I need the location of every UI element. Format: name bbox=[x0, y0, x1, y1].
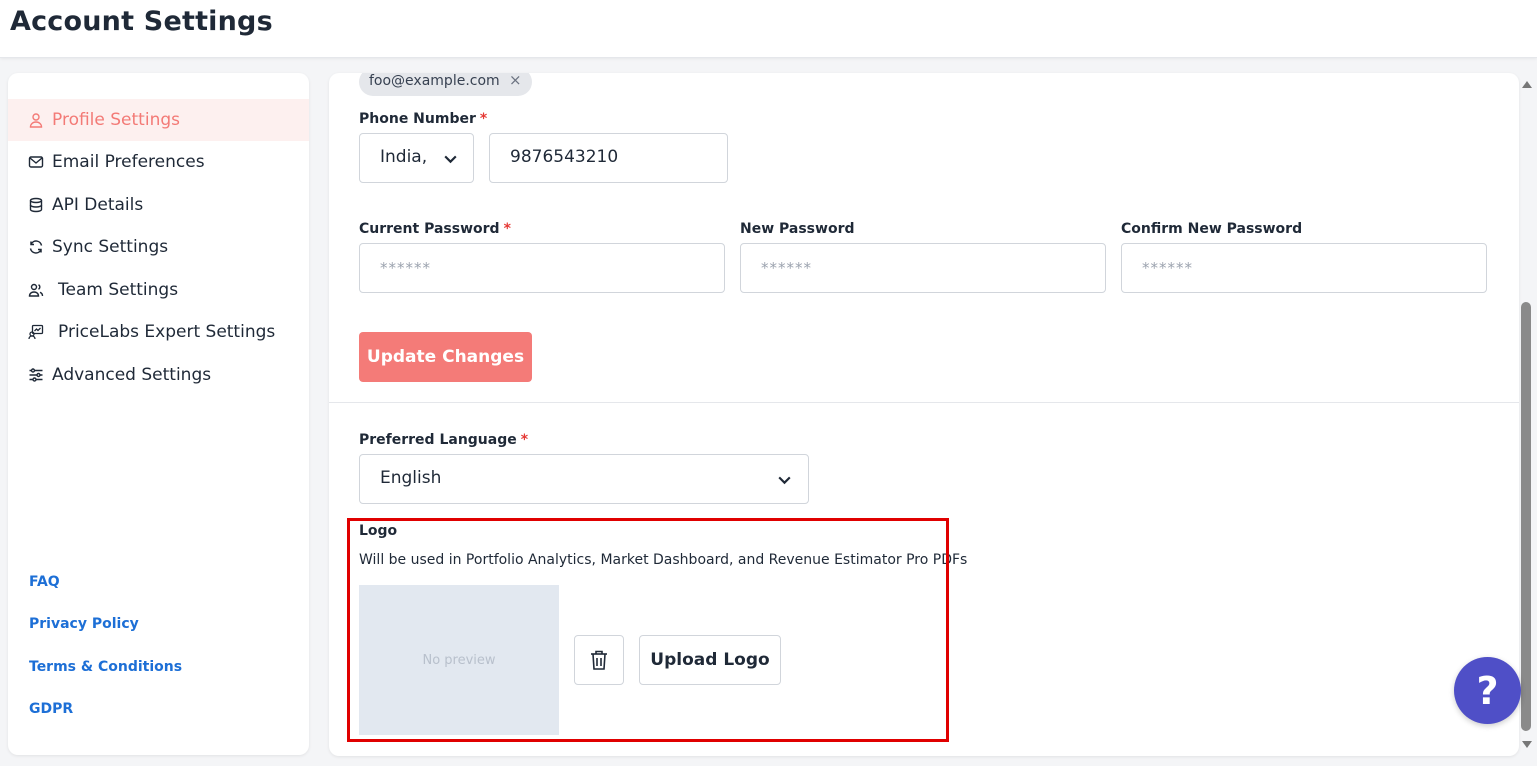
language-select[interactable]: English bbox=[359, 454, 809, 504]
chevron-down-icon bbox=[778, 476, 791, 485]
language-value: English bbox=[380, 468, 442, 488]
user-icon bbox=[29, 113, 43, 128]
close-icon[interactable]: × bbox=[509, 73, 522, 89]
update-changes-button[interactable]: Update Changes bbox=[359, 332, 532, 382]
logo-description: Will be used in Portfolio Analytics, Mar… bbox=[359, 552, 968, 568]
mail-icon bbox=[28, 156, 44, 168]
sidebar: Profile Settings Email Preferences API D… bbox=[8, 73, 309, 755]
sync-icon bbox=[29, 240, 43, 254]
sidebar-item-email-preferences[interactable]: Email Preferences bbox=[8, 141, 309, 183]
sidebar-item-label: Profile Settings bbox=[52, 110, 180, 130]
trash-icon bbox=[591, 650, 607, 670]
phone-number-value: 9876543210 bbox=[510, 147, 619, 167]
sidebar-item-label: Advanced Settings bbox=[52, 365, 212, 385]
database-icon bbox=[29, 197, 43, 213]
sidebar-item-label: API Details bbox=[52, 195, 144, 215]
sidebar-item-profile-settings[interactable]: Profile Settings bbox=[8, 99, 309, 141]
current-password-input[interactable]: ****** bbox=[359, 243, 725, 293]
new-password-input[interactable]: ****** bbox=[740, 243, 1106, 293]
upload-logo-button[interactable]: Upload Logo bbox=[639, 635, 781, 685]
current-password-label: Current Password * bbox=[359, 221, 511, 237]
sidebar-item-team-settings[interactable]: Team Settings bbox=[8, 269, 309, 311]
current-password-placeholder: ****** bbox=[380, 259, 431, 277]
scroll-down-arrow[interactable] bbox=[1522, 741, 1532, 748]
team-icon bbox=[28, 283, 44, 297]
confirm-password-placeholder: ****** bbox=[1142, 259, 1193, 277]
new-password-label: New Password bbox=[740, 221, 855, 237]
logo-label: Logo bbox=[359, 523, 398, 539]
sidebar-item-label: Team Settings bbox=[58, 280, 179, 300]
new-password-placeholder: ****** bbox=[761, 259, 812, 277]
terms-link[interactable]: Terms & Conditions bbox=[29, 659, 182, 675]
preferred-language-label: Preferred Language * bbox=[359, 432, 529, 448]
country-code-select[interactable]: India, · bbox=[359, 133, 474, 183]
help-button[interactable]: ? bbox=[1454, 657, 1521, 724]
phone-number-label: Phone Number * bbox=[359, 111, 488, 127]
sidebar-item-api-details[interactable]: API Details bbox=[8, 184, 309, 226]
gdpr-link[interactable]: GDPR bbox=[29, 701, 73, 717]
confirm-password-input[interactable]: ****** bbox=[1121, 243, 1487, 293]
chevron-down-icon bbox=[444, 155, 457, 164]
email-chip: foo@example.com × bbox=[359, 73, 532, 96]
confirm-password-label: Confirm New Password bbox=[1121, 221, 1303, 237]
section-divider bbox=[329, 402, 1519, 403]
phone-number-input[interactable]: 9876543210 bbox=[489, 133, 728, 183]
sidebar-item-advanced-settings[interactable]: Advanced Settings bbox=[8, 354, 309, 396]
top-bar: Account Settings bbox=[0, 0, 1537, 58]
sidebar-item-expert-settings[interactable]: PriceLabs Expert Settings bbox=[8, 311, 309, 353]
faq-link[interactable]: FAQ bbox=[29, 574, 60, 590]
sidebar-item-sync-settings[interactable]: Sync Settings bbox=[8, 226, 309, 268]
scroll-up-arrow[interactable] bbox=[1522, 81, 1532, 88]
sidebar-item-label: PriceLabs Expert Settings bbox=[58, 322, 276, 342]
sliders-icon bbox=[29, 368, 43, 382]
sidebar-item-label: Sync Settings bbox=[52, 237, 169, 257]
profile-settings-panel: foo@example.com × Phone Number* India, ·… bbox=[329, 73, 1519, 756]
logo-preview: No preview bbox=[359, 585, 559, 735]
email-chip-text: foo@example.com bbox=[369, 73, 500, 89]
country-code-value: India, · bbox=[380, 147, 432, 167]
scrollbar[interactable] bbox=[1519, 73, 1535, 756]
delete-logo-button[interactable] bbox=[574, 635, 624, 685]
page-title: Account Settings bbox=[10, 6, 273, 37]
privacy-policy-link[interactable]: Privacy Policy bbox=[29, 616, 139, 632]
logo-preview-text: No preview bbox=[422, 652, 496, 668]
scroll-thumb[interactable] bbox=[1521, 302, 1531, 731]
sidebar-item-label: Email Preferences bbox=[52, 152, 205, 172]
expert-icon bbox=[28, 324, 44, 340]
